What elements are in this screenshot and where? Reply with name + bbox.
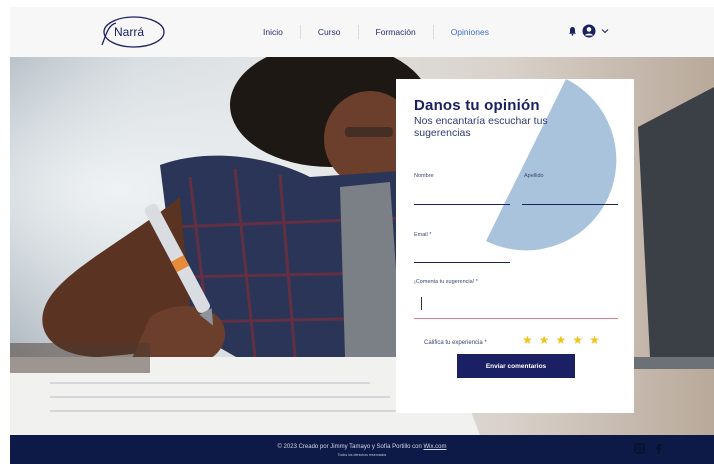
user-avatar-icon[interactable] [582, 24, 596, 38]
chevron-down-icon[interactable] [601, 28, 609, 34]
form-title: Danos tu opinión [414, 97, 540, 114]
comment-label: ¡Comenta tu sugerencia! * [414, 279, 478, 285]
first-name-input[interactable] [414, 204, 510, 205]
page: Narrá Inicio Curso Formación Opiniones D… [10, 7, 714, 464]
nav-item-formacion[interactable]: Formación [359, 27, 433, 37]
text-cursor [421, 297, 422, 310]
submit-button[interactable]: Enviar comentarios [457, 354, 575, 378]
logo-text: Narrá [114, 25, 144, 39]
email-input[interactable] [414, 262, 510, 263]
star-icon[interactable]: ★ [572, 334, 583, 346]
star-icon[interactable]: ★ [539, 334, 550, 346]
star-rating: ★ ★ ★ ★ ★ [522, 334, 600, 346]
social-links [634, 443, 662, 454]
facebook-icon[interactable] [655, 443, 662, 454]
star-icon[interactable]: ★ [556, 334, 567, 346]
instagram-icon[interactable] [634, 443, 645, 454]
feedback-form-card: Danos tu opinión Nos encantaría escuchar… [396, 79, 634, 413]
bell-icon[interactable] [568, 26, 577, 36]
copyright: © 2023 Creado por Jimmy Tamayo y Sofía P… [10, 444, 714, 450]
main-nav: Inicio Curso Formación Opiniones [246, 7, 506, 57]
form-subtitle: Nos encantaría escuchar tus sugerencias [414, 115, 548, 139]
first-name-label: Nombre [414, 173, 434, 179]
wix-link[interactable]: Wix.com [424, 444, 447, 450]
site-header: Narrá Inicio Curso Formación Opiniones [10, 7, 714, 57]
star-icon[interactable]: ★ [589, 334, 600, 346]
account-area [568, 24, 609, 38]
last-name-input[interactable] [522, 204, 618, 205]
rating-label: Califica tu experiencia * [424, 340, 487, 346]
comment-textarea[interactable] [414, 289, 618, 319]
rights-text: Todos los derechos reservados [337, 453, 387, 457]
brand-logo[interactable]: Narrá [96, 15, 166, 49]
last-name-label: Apellido [524, 173, 544, 179]
email-label: Email * [414, 232, 432, 238]
nav-item-curso[interactable]: Curso [301, 27, 358, 37]
site-footer: © 2023 Creado por Jimmy Tamayo y Sofía P… [10, 435, 714, 464]
nav-item-opiniones[interactable]: Opiniones [434, 27, 506, 37]
copyright-text: © 2023 Creado por Jimmy Tamayo y Sofía P… [277, 444, 424, 450]
nav-item-inicio[interactable]: Inicio [246, 27, 300, 37]
star-icon[interactable]: ★ [522, 334, 533, 346]
